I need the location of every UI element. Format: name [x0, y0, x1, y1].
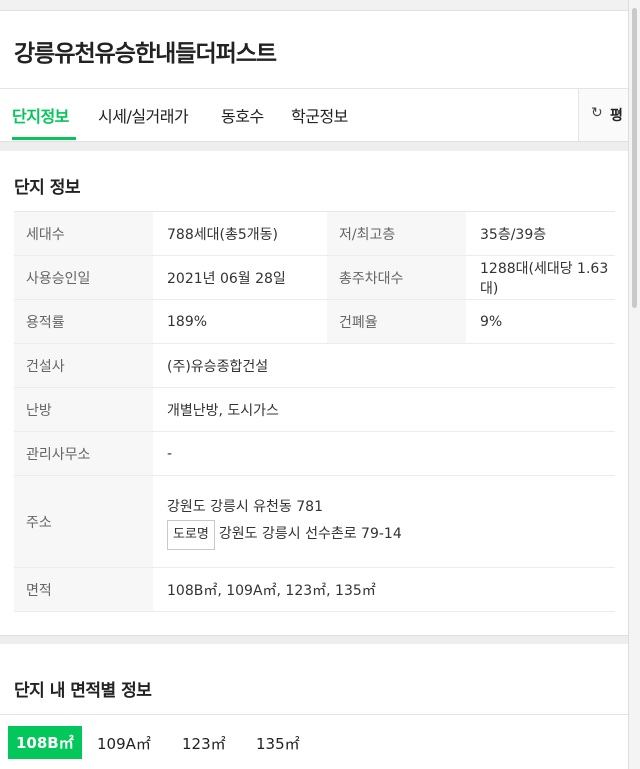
- tab-complex-info[interactable]: 단지정보: [12, 103, 69, 127]
- tab-dong-ho[interactable]: 동호수: [221, 103, 264, 127]
- scrollbar-thumb[interactable]: [632, 8, 637, 308]
- tab-price[interactable]: 시세/실거래가: [98, 103, 189, 127]
- office-value: -: [153, 431, 615, 476]
- table-row: 면적 108B㎡, 109A㎡, 123㎡, 135㎡: [14, 567, 615, 612]
- section-title-complex-info: 단지 정보: [14, 178, 80, 198]
- tab-school[interactable]: 학군정보: [291, 103, 348, 127]
- address-value: 강원도 강릉시 유천동 781 도로명 강원도 강릉시 선수촌로 79-14: [153, 475, 615, 568]
- builder-label: 건설사: [14, 343, 153, 388]
- section-divider: [0, 635, 628, 644]
- table-row: 건설사 (주)유승종합건설: [14, 343, 615, 388]
- heating-label: 난방: [14, 387, 153, 432]
- area-tab-108b[interactable]: 108B㎡: [8, 726, 82, 759]
- section-divider: [0, 141, 628, 151]
- bcr-value: 9%: [466, 299, 615, 344]
- address-road-line: 도로명 강원도 강릉시 선수촌로 79-14: [167, 519, 615, 550]
- complex-info-table: 세대수 788세대(총5개동) 저/최고층 35층/39층 사용승인일 2021…: [14, 211, 615, 612]
- refresh-icon: ↻: [591, 105, 603, 121]
- area-tab-135[interactable]: 135㎡: [250, 729, 306, 758]
- address-label: 주소: [14, 475, 153, 568]
- floors-value: 35층/39층: [466, 211, 615, 256]
- address-road: 강원도 강릉시 선수촌로 79-14: [218, 525, 402, 542]
- address-lot: 강원도 강릉시 유천동 781: [167, 498, 323, 515]
- parking-value: 1288대(세대당 1.63대): [466, 255, 615, 300]
- page-title: 강릉유천유승한내들더퍼스트: [14, 41, 277, 67]
- area-tab-123[interactable]: 123㎡: [176, 729, 232, 758]
- unit-label: 평: [610, 108, 623, 124]
- table-row: 용적률 189% 건폐율 9%: [14, 299, 615, 344]
- households-label: 세대수: [14, 211, 153, 256]
- active-tab-indicator: [12, 137, 76, 140]
- area-tab-109a[interactable]: 109A㎡: [91, 729, 157, 758]
- area-tab-bar: 108B㎡ 109A㎡ 123㎡ 135㎡: [0, 714, 628, 769]
- approval-label: 사용승인일: [14, 255, 153, 300]
- table-row: 세대수 788세대(총5개동) 저/최고층 35층/39층: [14, 211, 615, 256]
- scrollbar[interactable]: [628, 0, 640, 769]
- households-value: 788세대(총5개동): [153, 211, 327, 256]
- far-label: 용적률: [14, 299, 153, 344]
- parking-label: 총주차대수: [327, 255, 466, 300]
- builder-value: (주)유승종합건설: [153, 343, 615, 388]
- bcr-label: 건폐율: [327, 299, 466, 344]
- table-row: 난방 개별난방, 도시가스: [14, 387, 615, 432]
- road-name-badge: 도로명: [167, 519, 215, 550]
- far-value: 189%: [153, 299, 327, 344]
- table-row: 주소 강원도 강릉시 유천동 781 도로명 강원도 강릉시 선수촌로 79-14: [14, 475, 615, 568]
- heating-value: 개별난방, 도시가스: [153, 387, 615, 432]
- floors-label: 저/최고층: [327, 211, 466, 256]
- area-value: 108B㎡, 109A㎡, 123㎡, 135㎡: [153, 567, 615, 612]
- table-row: 사용승인일 2021년 06월 28일 총주차대수 1288대(세대당 1.63…: [14, 255, 615, 300]
- top-strip: [0, 0, 628, 11]
- tab-bar: 단지정보 시세/실거래가 동호수 학군정보 ↻ 평: [0, 88, 628, 142]
- unit-toggle-button[interactable]: ↻ 평: [578, 89, 628, 141]
- table-row: 관리사무소 -: [14, 431, 615, 476]
- office-label: 관리사무소: [14, 431, 153, 476]
- approval-value: 2021년 06월 28일: [153, 255, 327, 300]
- complex-panel: 강릉유천유승한내들더퍼스트 단지정보 시세/실거래가 동호수 학군정보 ↻ 평 …: [0, 0, 628, 769]
- area-label: 면적: [14, 567, 153, 612]
- section-title-area-info: 단지 내 면적별 정보: [14, 681, 152, 701]
